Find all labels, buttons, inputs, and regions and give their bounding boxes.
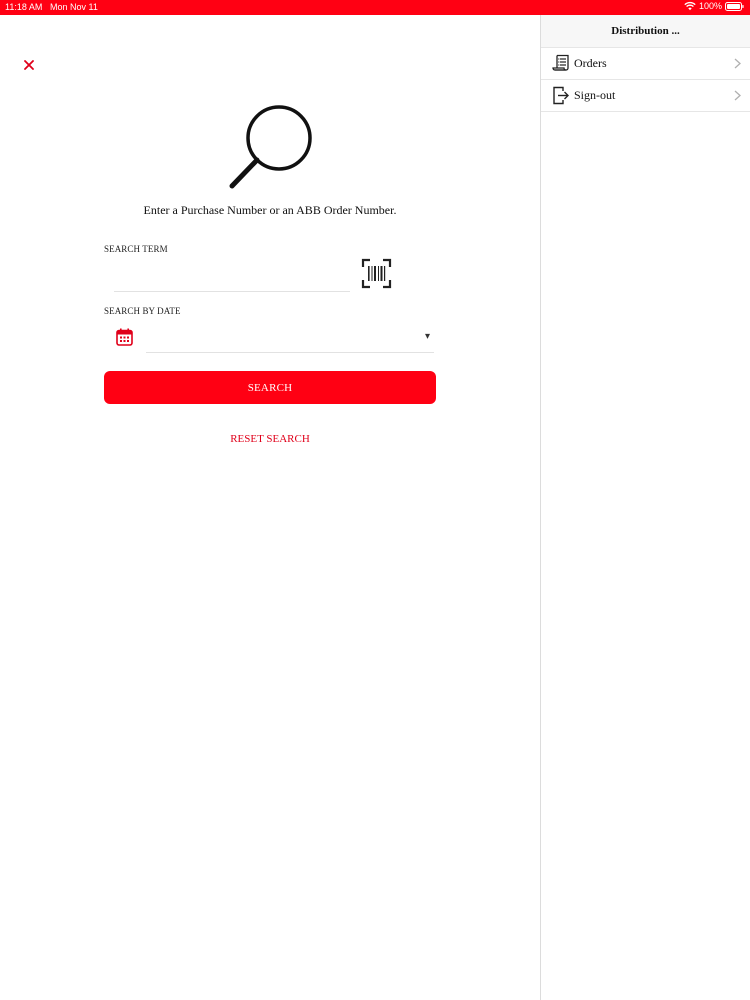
close-icon — [24, 60, 34, 70]
search-instructions: Enter a Purchase Number or an ABB Order … — [143, 203, 397, 217]
status-right: 100% — [684, 1, 744, 11]
side-menu-item-label: Sign-out — [574, 88, 616, 102]
search-pane: Enter a Purchase Number or an ABB Order … — [0, 15, 540, 1000]
status-bar: 11:18 AM Mon Nov 11 100% — [0, 0, 750, 15]
wifi-icon — [684, 1, 696, 11]
search-button[interactable]: SEARCH — [104, 371, 436, 404]
dropdown-caret-icon: ▾ — [424, 331, 430, 342]
close-button[interactable] — [21, 57, 37, 73]
barcode-scan-icon — [361, 258, 392, 289]
chevron-right-icon — [734, 58, 741, 69]
side-menu-item-orders[interactable]: Orders — [541, 48, 750, 80]
orders-icon — [552, 54, 569, 71]
side-menu-item-label: Orders — [574, 56, 607, 70]
barcode-scan-button[interactable] — [361, 258, 392, 289]
search-term-input[interactable] — [114, 271, 350, 292]
sign-out-icon — [553, 86, 569, 105]
magnifying-glass-icon — [229, 105, 312, 189]
battery-icon — [725, 1, 744, 11]
calendar-icon[interactable] — [116, 328, 133, 346]
search-date-select[interactable]: ▾ — [146, 329, 434, 353]
side-menu-item-sign-out[interactable]: Sign-out — [541, 80, 750, 112]
side-menu: Distribution ... Orders Sign-out — [541, 15, 750, 1000]
reset-search-link[interactable]: RESET SEARCH — [0, 433, 540, 445]
chevron-right-icon — [734, 90, 741, 101]
search-term-label: SEARCH TERM — [104, 244, 168, 254]
search-by-date-label: SEARCH BY DATE — [104, 306, 181, 316]
side-menu-title: Distribution ... — [541, 15, 750, 48]
status-date: Mon Nov 11 — [50, 2, 98, 12]
battery-percent: 100% — [698, 1, 722, 11]
status-time: 11:18 AM — [5, 2, 43, 12]
